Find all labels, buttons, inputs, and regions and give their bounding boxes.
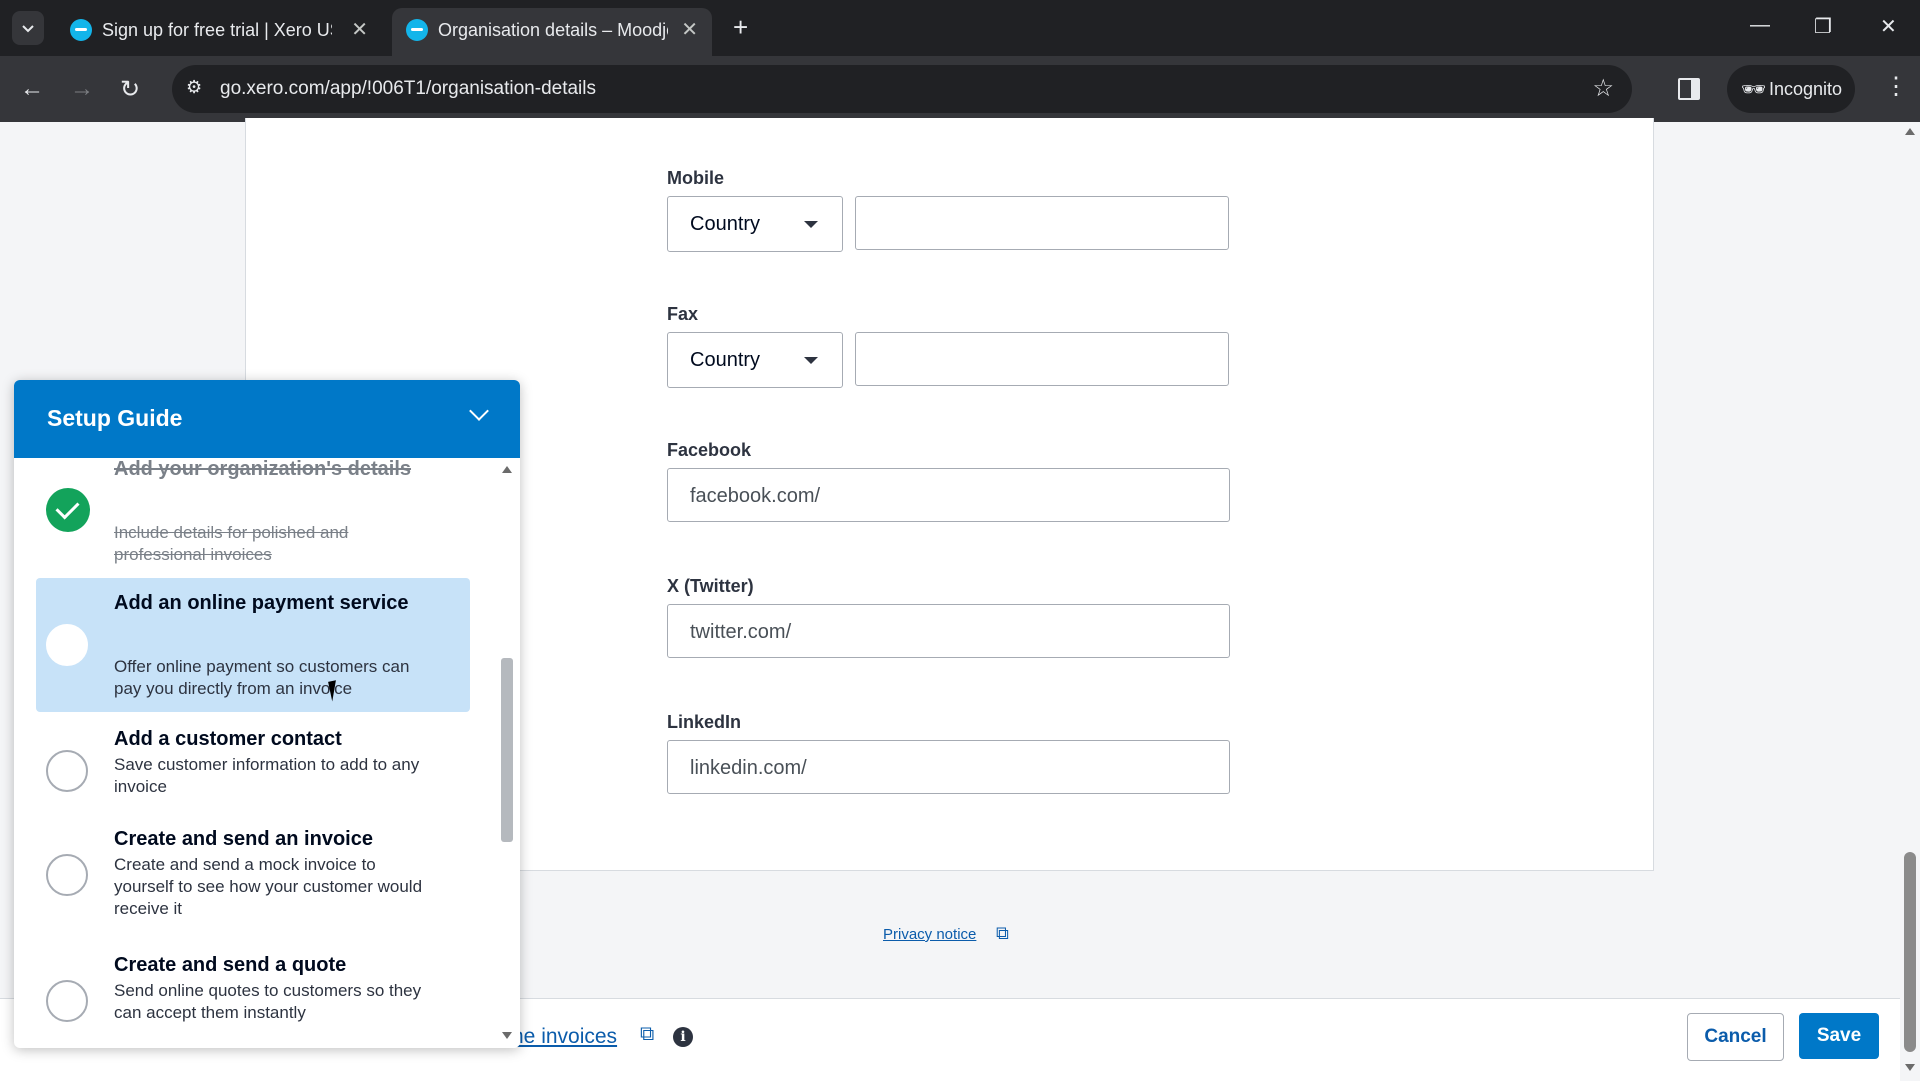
more-menu-icon[interactable]: ⋮ (1884, 72, 1908, 101)
setup-task-send-invoice[interactable]: Create and send an invoice Create and se… (36, 822, 470, 942)
fax-country-value: Country (690, 349, 761, 371)
page-scrollbar[interactable] (1900, 122, 1920, 1080)
scrollbar-thumb[interactable] (1904, 852, 1916, 1052)
close-tab-icon[interactable]: ✕ (681, 17, 698, 42)
privacy-notice-link[interactable]: Privacy notice (883, 926, 976, 943)
address-bar[interactable]: ⚙ go.xero.com/app/!006T1/organisation-de… (172, 65, 1632, 113)
setup-task-customer-contact[interactable]: Add a customer contact Save customer inf… (36, 720, 470, 816)
new-tab-icon[interactable]: + (733, 12, 748, 43)
caret-down-icon (804, 357, 818, 364)
mobile-country-select[interactable]: Country (667, 196, 843, 252)
tab-xero-signup[interactable]: Sign up for free trial | Xero US ✕ (56, 8, 382, 56)
chevron-down-icon (22, 25, 34, 33)
url-text[interactable]: go.xero.com/app/!006T1/organisation-deta… (220, 78, 596, 100)
task-description: Offer online payment so customers can pa… (114, 657, 410, 698)
linkedin-value: linkedin.com/ (690, 757, 807, 779)
task-title: Create and send a quote (114, 954, 347, 976)
bookmark-star-icon[interactable]: ☆ (1592, 74, 1614, 103)
external-link-icon[interactable]: ⧉ (996, 923, 1009, 944)
linkedin-input[interactable]: linkedin.com/ (667, 740, 1230, 794)
xero-favicon-icon (70, 19, 92, 41)
fax-label: Fax (667, 304, 699, 324)
task-description: Send online quotes to customers so they … (114, 981, 422, 1022)
forward-icon[interactable]: → (70, 75, 94, 103)
save-button[interactable]: Save (1799, 1013, 1879, 1059)
twitter-input[interactable]: twitter.com/ (667, 604, 1230, 658)
tab-title: Organisation details – Moodjoy (438, 20, 668, 40)
tab-organisation-details[interactable]: Organisation details – Moodjoy ✕ (392, 8, 712, 56)
setup-guide-task-list: Add your organization's details Include … (14, 458, 520, 1048)
incognito-indicator[interactable]: 🕶 Incognito (1727, 65, 1855, 113)
task-description: Include details for polished and profess… (114, 523, 349, 564)
setup-guide-header[interactable]: Setup Guide (14, 380, 520, 458)
fax-number-input[interactable] (855, 332, 1229, 386)
task-description: Create and send a mock invoice to yourse… (114, 855, 423, 918)
scroll-up-arrow-icon[interactable] (502, 466, 512, 473)
task-status-circle-icon (46, 980, 88, 1022)
setup-task-send-quote[interactable]: Create and send a quote Send online quot… (36, 948, 470, 1044)
task-title: Add your organization's details (114, 458, 412, 480)
facebook-input[interactable]: facebook.com/ (667, 468, 1230, 522)
facebook-label: Facebook (667, 440, 752, 460)
checkmark-complete-icon (46, 488, 90, 532)
side-panel-icon[interactable] (1678, 78, 1700, 100)
task-title: Add a customer contact (114, 728, 342, 750)
task-title: Create and send an invoice (114, 828, 373, 850)
twitter-value: twitter.com/ (690, 621, 792, 643)
fax-country-select[interactable]: Country (667, 332, 843, 388)
browser-toolbar: ← → ↻ ⚙ go.xero.com/app/!006T1/organisat… (0, 56, 1920, 122)
task-title: Add an online payment service (114, 592, 409, 614)
facebook-value: facebook.com/ (690, 485, 821, 507)
external-link-icon[interactable]: ⧉ (640, 1023, 654, 1046)
chevron-down-icon[interactable] (469, 401, 489, 421)
task-status-circle-icon (46, 854, 88, 896)
task-status-circle-icon (46, 624, 88, 666)
minimize-icon[interactable]: — (1750, 14, 1770, 37)
close-tab-icon[interactable]: ✕ (351, 17, 368, 42)
reload-icon[interactable]: ↻ (120, 75, 140, 104)
setup-guide-panel: Setup Guide Add your organization's deta… (14, 380, 520, 1048)
twitter-label: X (Twitter) (667, 576, 754, 596)
browser-tab-bar: Sign up for free trial | Xero US ✕ Organ… (0, 0, 1920, 56)
online-invoices-link[interactable]: ne invoices (512, 1025, 617, 1049)
mobile-number-input[interactable] (855, 196, 1229, 250)
xero-favicon-icon (406, 19, 428, 41)
tab-search-button[interactable] (12, 11, 44, 45)
scrollbar-thumb[interactable] (501, 658, 513, 842)
task-status-circle-icon (46, 750, 88, 792)
caret-down-icon (804, 221, 818, 228)
tab-title: Sign up for free trial | Xero US (102, 20, 332, 40)
incognito-icon: 🕶 (1741, 79, 1767, 101)
mobile-country-value: Country (690, 213, 761, 235)
scroll-down-arrow-icon[interactable] (502, 1032, 512, 1039)
scroll-up-arrow-icon[interactable] (1905, 128, 1915, 135)
incognito-label: Incognito (1769, 79, 1843, 99)
restore-icon[interactable]: ❐ (1814, 14, 1832, 39)
scroll-down-arrow-icon[interactable] (1905, 1064, 1915, 1071)
setup-guide-scrollbar[interactable] (498, 458, 516, 1048)
setup-guide-title: Setup Guide (47, 405, 183, 431)
info-icon[interactable]: i (673, 1027, 693, 1047)
setup-task-organisation-details[interactable]: Add your organization's details Include … (36, 458, 470, 566)
mobile-label: Mobile (667, 168, 724, 188)
task-description: Save customer information to add to any … (114, 755, 420, 796)
setup-task-online-payment[interactable]: Add an online payment service Offer onli… (36, 578, 470, 712)
site-settings-icon[interactable]: ⚙ (186, 77, 202, 98)
back-icon[interactable]: ← (20, 75, 44, 103)
cancel-button[interactable]: Cancel (1687, 1013, 1784, 1061)
close-window-icon[interactable]: ✕ (1880, 14, 1897, 39)
linkedin-label: LinkedIn (667, 712, 742, 732)
